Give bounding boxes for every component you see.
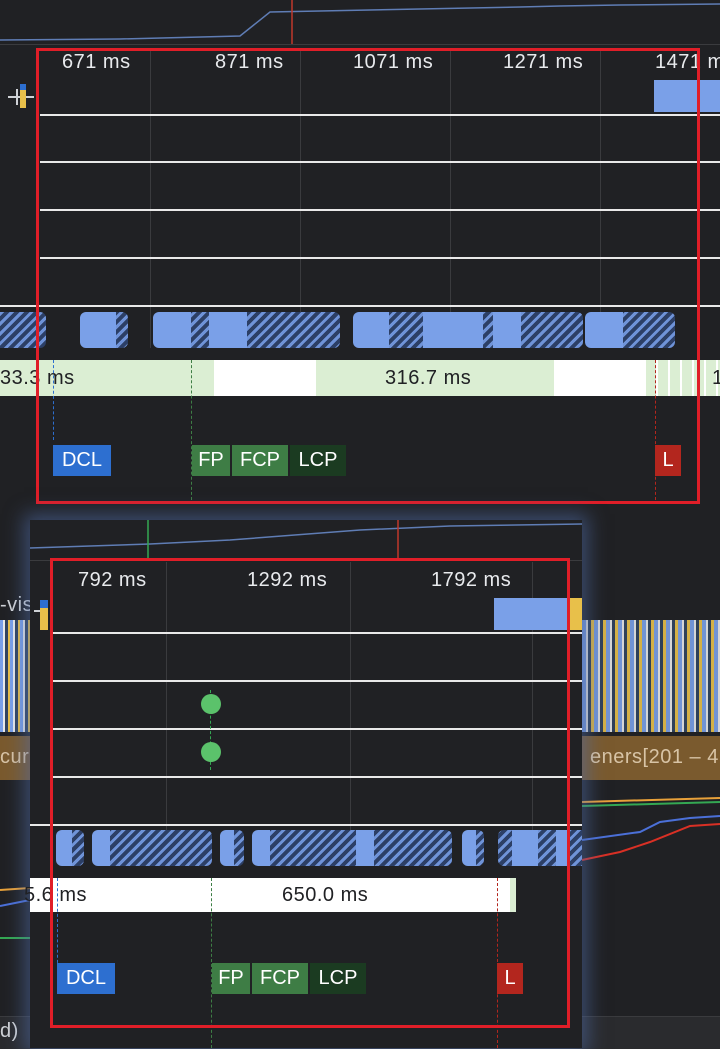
track-fragment-vis: -vis bbox=[0, 594, 34, 616]
task-stub bbox=[40, 600, 48, 608]
track-fragment-cur: cur bbox=[0, 746, 30, 768]
track-fragment-listeners: eners[201 – 4 bbox=[590, 746, 719, 768]
overview-strip bbox=[0, 0, 720, 45]
track-fragment-d: d) bbox=[0, 1020, 19, 1042]
flame-tracks-left bbox=[0, 620, 30, 732]
overview-sparkline bbox=[0, 0, 720, 44]
frame-duration: 1 bbox=[712, 367, 720, 389]
zoomed-timeline-popup: 792 ms 1292 ms 1792 ms 5.6 ms 650.0 ms D… bbox=[24, 520, 582, 1048]
highlight-box bbox=[36, 48, 700, 504]
popup-overview-sparkline bbox=[30, 520, 582, 560]
highlight-box bbox=[50, 558, 570, 1028]
task-stub bbox=[8, 84, 34, 110]
flame-tracks-right bbox=[582, 620, 720, 732]
task-block bbox=[568, 598, 582, 630]
